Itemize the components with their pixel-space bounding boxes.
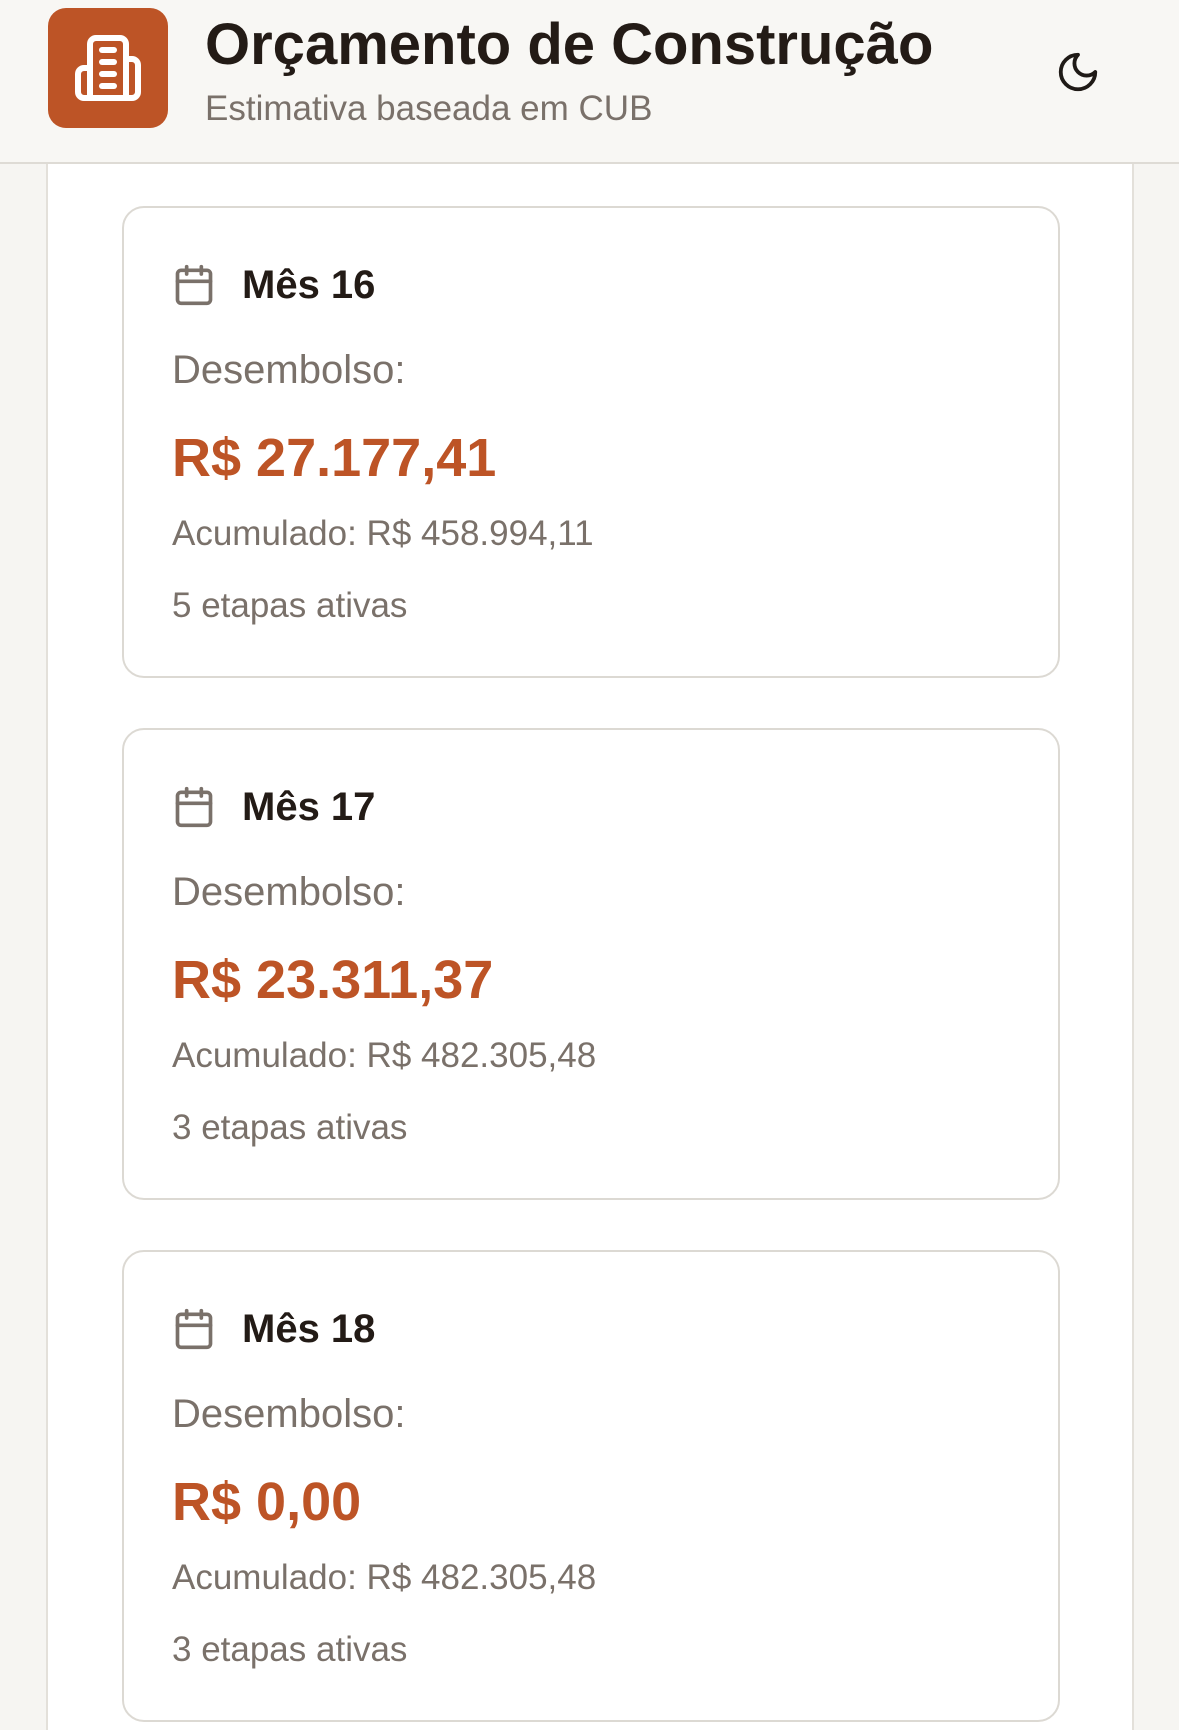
moon-icon xyxy=(1058,52,1098,92)
cumulative-total: Acumulado: R$ 482.305,48 xyxy=(172,1558,597,1597)
month-card-header: Mês 18 xyxy=(172,1304,375,1354)
calendar-icon xyxy=(175,1308,213,1350)
disbursement-label: Desembolso: xyxy=(172,1392,406,1436)
month-title: Mês 16 xyxy=(242,263,376,307)
calendar-icon xyxy=(175,786,213,828)
active-stages-count: 3 etapas ativas xyxy=(172,1108,408,1147)
app-title: Orçamento de Construção xyxy=(205,12,934,77)
app-subtitle: Estimativa baseada em CUB xyxy=(205,89,653,128)
disbursement-label: Desembolso: xyxy=(172,348,406,392)
cumulative-total: Acumulado: R$ 458.994,11 xyxy=(172,514,594,553)
month-title: Mês 18 xyxy=(242,1307,376,1351)
month-card-header: Mês 16 xyxy=(172,260,375,310)
monthly-schedule-panel: Mês 16 Desembolso: R$ 27.177,41 Acumulad… xyxy=(46,164,1134,1730)
disbursement-value: R$ 27.177,41 xyxy=(172,428,497,488)
active-stages-count: 5 etapas ativas xyxy=(172,586,408,625)
disbursement-value: R$ 0,00 xyxy=(172,1472,362,1532)
active-stages-count: 3 etapas ativas xyxy=(172,1630,408,1669)
month-card: Mês 17 Desembolso: R$ 23.311,37 Acumulad… xyxy=(122,728,1060,1200)
calendar-icon xyxy=(175,264,213,306)
month-card: Mês 18 Desembolso: R$ 0,00 Acumulado: R$… xyxy=(122,1250,1060,1722)
theme-toggle-button[interactable] xyxy=(1048,42,1108,102)
month-card-header: Mês 17 xyxy=(172,782,375,832)
app-header: Orçamento de Construção Estimativa basea… xyxy=(0,0,1179,164)
app-logo xyxy=(48,8,168,128)
month-card: Mês 16 Desembolso: R$ 27.177,41 Acumulad… xyxy=(122,206,1060,678)
month-title: Mês 17 xyxy=(242,785,376,829)
cumulative-total: Acumulado: R$ 482.305,48 xyxy=(172,1036,597,1075)
disbursement-value: R$ 23.311,37 xyxy=(172,950,494,1010)
disbursement-label: Desembolso: xyxy=(172,870,406,914)
building-icon xyxy=(75,35,141,101)
